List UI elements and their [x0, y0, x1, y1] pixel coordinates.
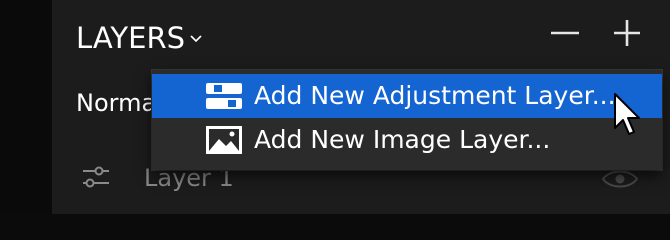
layers-title-dropdown[interactable]: LAYERS	[76, 18, 203, 58]
blend-mode-select[interactable]: Normal	[76, 88, 163, 118]
adjustment-layer-icon	[206, 83, 242, 109]
remove-layer-button[interactable]	[548, 18, 582, 48]
left-edge-strip	[0, 0, 52, 214]
menu-item-add-image-layer[interactable]: Add New Image Layer...	[152, 118, 662, 162]
add-layer-menu: Add New Adjustment Layer... Add New Imag…	[152, 70, 662, 170]
layers-panel-header: LAYERS	[52, 0, 670, 72]
menu-item-add-adjustment-layer[interactable]: Add New Adjustment Layer...	[152, 74, 662, 118]
adjustment-sliders-icon	[83, 166, 109, 188]
add-layer-button[interactable]	[610, 16, 644, 50]
plus-icon	[614, 20, 640, 46]
layers-title: LAYERS	[76, 21, 186, 55]
menu-item-label: Add New Image Layer...	[254, 125, 551, 154]
mouse-cursor-icon	[614, 93, 640, 135]
chevron-down-icon	[190, 35, 202, 43]
app-window: LAYERS Normal Layer 1 Add New Adjustment…	[0, 0, 670, 214]
menu-item-label: Add New Adjustment Layer...	[254, 81, 616, 110]
image-icon	[206, 126, 242, 154]
